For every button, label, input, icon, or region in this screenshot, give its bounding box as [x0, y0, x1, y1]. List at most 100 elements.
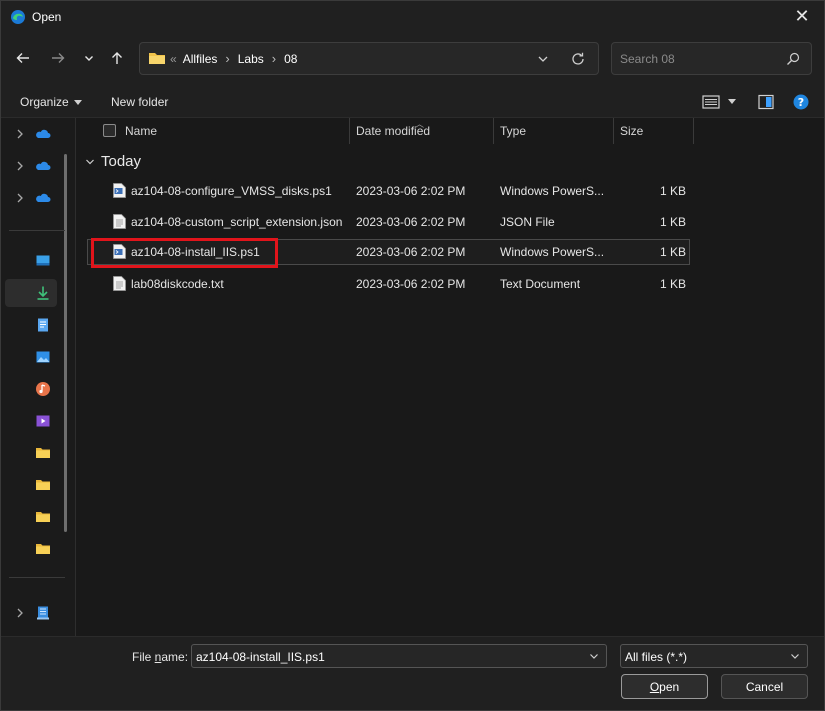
preview-pane-icon[interactable]: [758, 94, 774, 110]
file-size: 1 KB: [659, 184, 686, 198]
folder-icon: [149, 53, 165, 64]
nav-item-folder-3[interactable]: [5, 503, 57, 531]
file-name-combobox[interactable]: az104-08-install_IIS.ps1: [191, 644, 607, 668]
folder-icon: [36, 512, 50, 522]
nav-item-documents[interactable]: [5, 311, 57, 339]
refresh-icon[interactable]: [570, 51, 586, 67]
nav-divider: [9, 230, 65, 231]
file-date: 2023-03-06 2:02 PM: [356, 245, 466, 259]
column-size[interactable]: Size: [620, 124, 643, 138]
new-folder-button[interactable]: New folder: [111, 95, 168, 109]
file-size: 1 KB: [659, 245, 686, 259]
window-title: Open: [32, 10, 62, 24]
file-type-filter[interactable]: All files (*.*): [620, 644, 808, 668]
group-label: Today: [101, 153, 142, 170]
column-type[interactable]: Type: [500, 124, 526, 138]
select-all-checkbox[interactable]: [103, 124, 116, 137]
open-dialog: Open ✕ « Allfiles › Labs › 08 Search 08 …: [0, 0, 825, 711]
group-header-today[interactable]: Today: [85, 153, 141, 170]
file-type: JSON File: [500, 215, 555, 229]
file-name-input[interactable]: az104-08-install_IIS.ps1: [196, 650, 325, 664]
column-divider[interactable]: [613, 118, 614, 144]
up-button[interactable]: [105, 46, 129, 70]
column-date-modified[interactable]: Date modified: [356, 124, 430, 138]
breadcrumb: « Allfiles › Labs › 08: [170, 43, 297, 74]
search-input[interactable]: Search 08: [620, 52, 675, 66]
close-icon: ✕: [794, 6, 810, 26]
forward-button[interactable]: [46, 46, 70, 70]
onedrive-icon: [36, 193, 51, 202]
file-name: lab08diskcode.txt: [131, 277, 224, 291]
file-name: az104-08-custom_script_extension.json: [131, 215, 343, 229]
file-row[interactable]: az104-08-custom_script_extension.json 20…: [87, 209, 690, 235]
recent-locations-button[interactable]: [77, 46, 101, 70]
arrow-right-icon: [52, 53, 65, 63]
nav-item-folder-1[interactable]: [5, 439, 57, 467]
chevron-right-icon[interactable]: [15, 606, 25, 620]
nav-item-downloads[interactable]: [5, 279, 57, 307]
breadcrumb-allfiles[interactable]: Allfiles: [183, 52, 218, 66]
nav-item-videos[interactable]: [5, 407, 57, 435]
back-button[interactable]: [11, 46, 35, 70]
text-file-icon: [113, 276, 126, 291]
file-row-selected[interactable]: az104-08-install_IIS.ps1 2023-03-06 2:02…: [87, 239, 690, 265]
caret-down-icon: [73, 100, 82, 106]
column-divider[interactable]: [493, 118, 494, 144]
chevron-down-icon[interactable]: [588, 650, 600, 662]
folder-icon: [36, 448, 50, 458]
nav-item-folder-2[interactable]: [5, 471, 57, 499]
breadcrumb-separator[interactable]: ›: [272, 51, 276, 66]
nav-item-onedrive-3[interactable]: [5, 184, 57, 212]
dialog-footer: File name: az104-08-install_IIS.ps1 All …: [1, 636, 824, 710]
change-view-button[interactable]: [702, 94, 744, 110]
organize-button[interactable]: Organize: [20, 95, 82, 109]
caret-down-icon: [728, 99, 736, 104]
network-icon: [37, 606, 49, 620]
chevron-right-icon[interactable]: [15, 159, 25, 173]
column-divider[interactable]: [349, 118, 350, 144]
file-name-label: File name:: [132, 650, 188, 664]
file-name: az104-08-configure_VMSS_disks.ps1: [131, 184, 332, 198]
column-name[interactable]: Name: [125, 124, 157, 138]
open-label: pen: [659, 679, 680, 694]
chevron-down-icon[interactable]: [789, 650, 801, 662]
file-row[interactable]: lab08diskcode.txt 2023-03-06 2:02 PM Tex…: [87, 271, 690, 297]
nav-item-onedrive-1[interactable]: [5, 120, 57, 148]
address-bar[interactable]: « Allfiles › Labs › 08: [139, 42, 599, 75]
chevron-down-icon[interactable]: [536, 52, 550, 66]
pictures-icon: [36, 351, 50, 363]
folder-icon: [36, 480, 50, 490]
breadcrumb-separator[interactable]: ›: [225, 51, 229, 66]
search-box[interactable]: Search 08: [611, 42, 812, 75]
nav-item-desktop[interactable]: [5, 247, 57, 275]
column-divider[interactable]: [693, 118, 694, 144]
chevron-right-icon[interactable]: [15, 191, 25, 205]
breadcrumb-overflow[interactable]: «: [170, 52, 177, 66]
file-row[interactable]: az104-08-configure_VMSS_disks.ps1 2023-0…: [87, 178, 690, 204]
music-icon: [36, 382, 50, 396]
navigation-bar: « Allfiles › Labs › 08 Search 08: [1, 33, 824, 85]
chevron-down-icon: [85, 56, 93, 61]
file-list: Name ︿ Date modified Type Size Today az1…: [77, 118, 824, 636]
videos-icon: [36, 415, 50, 427]
column-header-row: Name ︿ Date modified Type Size: [77, 118, 824, 144]
close-button[interactable]: ✕: [780, 1, 824, 33]
nav-pane-scrollbar[interactable]: [64, 154, 67, 532]
open-button[interactable]: Open: [621, 674, 708, 699]
search-icon: [787, 52, 800, 65]
help-icon[interactable]: ?: [793, 94, 809, 110]
title-bar: Open ✕: [1, 1, 824, 33]
onedrive-icon: [36, 161, 51, 170]
nav-item-music[interactable]: [5, 375, 57, 403]
chevron-right-icon[interactable]: [15, 127, 25, 141]
cancel-button[interactable]: Cancel: [721, 674, 808, 699]
nav-item-network[interactable]: [5, 599, 57, 627]
powershell-file-icon: [113, 183, 126, 198]
nav-item-pictures[interactable]: [5, 343, 57, 371]
nav-item-onedrive-2[interactable]: [5, 152, 57, 180]
nav-item-folder-4[interactable]: [5, 535, 57, 563]
powershell-file-icon: [113, 244, 126, 259]
breadcrumb-08[interactable]: 08: [284, 52, 297, 66]
edge-app-icon: [11, 10, 25, 24]
breadcrumb-labs[interactable]: Labs: [238, 52, 264, 66]
